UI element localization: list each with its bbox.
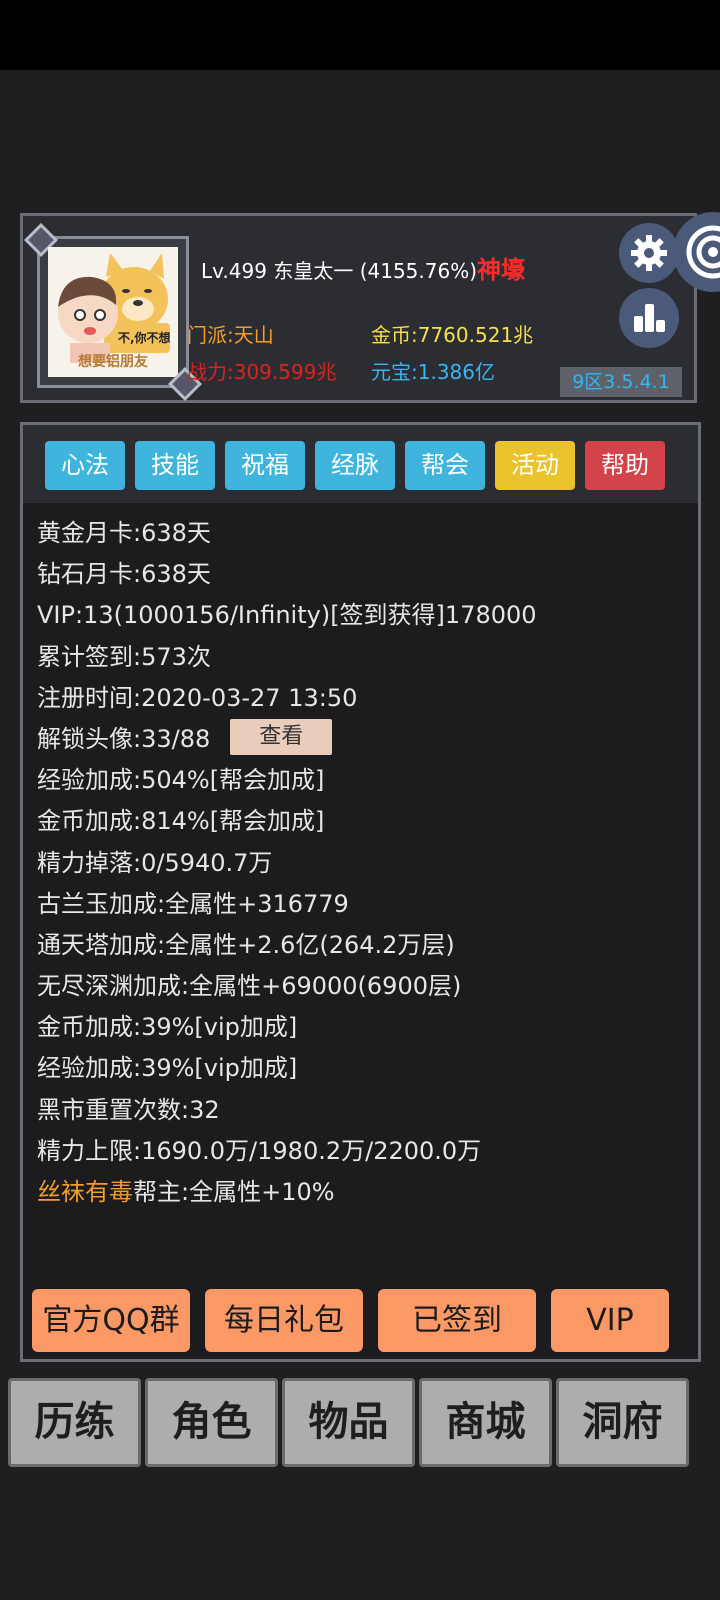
qq-group-button[interactable]: 官方QQ群 bbox=[32, 1289, 190, 1352]
info-gold-guild: 金币加成:814%[帮会加成] bbox=[37, 807, 325, 836]
nav-training[interactable]: 历练 bbox=[8, 1378, 141, 1467]
player-info-list: 黄金月卡:638天 钻石月卡:638天 VIP:13(1000156/Infin… bbox=[37, 513, 688, 1213]
info-gold-vip: 金币加成:39%[vip加成] bbox=[37, 1013, 298, 1042]
status-bar bbox=[0, 0, 720, 70]
hero-title: 神壕 bbox=[477, 256, 526, 284]
info-gulanyu: 古兰玉加成:全属性+316779 bbox=[37, 889, 349, 918]
avatar-caption: 想要铝朋友 bbox=[78, 354, 148, 370]
bottom-nav: 历练 角色 物品 商城 洞府 bbox=[8, 1378, 689, 1467]
avatar-image: 不,你不想 想要铝朋友 bbox=[48, 247, 178, 377]
nav-cave[interactable]: 洞府 bbox=[556, 1378, 689, 1467]
info-exp-vip: 经验加成:39%[vip加成] bbox=[37, 1054, 298, 1083]
info-energy-cap: 精力上限:1690.0万/1980.2万/2200.0万 bbox=[37, 1136, 482, 1165]
info-diamond-card: 钻石月卡:638天 bbox=[37, 560, 211, 589]
daily-gift-button[interactable]: 每日礼包 bbox=[205, 1289, 363, 1352]
info-vip: VIP:13(1000156/Infinity)[签到获得]178000 bbox=[37, 601, 537, 630]
ingot-label: 元宝:1.386亿 bbox=[371, 360, 495, 384]
info-abyss: 无尽深渊加成:全属性+69000(6900层) bbox=[37, 972, 462, 1001]
tab-bar: 心法 技能 祝福 经脉 帮会 活动 帮助 bbox=[23, 425, 698, 503]
tab-blessing[interactable]: 祝福 bbox=[225, 441, 305, 490]
nav-character[interactable]: 角色 bbox=[145, 1378, 278, 1467]
settings-button[interactable] bbox=[619, 223, 679, 283]
info-checkin-total: 累计签到:573次 bbox=[37, 642, 211, 671]
guild-leader-name: 丝袜有毒 bbox=[37, 1178, 133, 1206]
vip-button[interactable]: VIP bbox=[551, 1289, 669, 1352]
hero-percent: (4155.76%) bbox=[359, 259, 478, 283]
checkin-button[interactable]: 已签到 bbox=[378, 1289, 536, 1352]
power-label: 战力:309.599兆 bbox=[187, 360, 337, 384]
info-panel: 心法 技能 祝福 经脉 帮会 活动 帮助 黄金月卡:638天 钻石月卡:638天… bbox=[20, 422, 701, 1362]
tab-skills[interactable]: 技能 bbox=[135, 441, 215, 490]
tab-meridians[interactable]: 经脉 bbox=[315, 441, 395, 490]
avatar-bubble-text: 不,你不想 bbox=[118, 331, 171, 345]
ranking-button[interactable] bbox=[619, 288, 679, 348]
info-avatars-row: 解锁头像:33/88 查看 bbox=[37, 718, 688, 760]
floating-menu-button[interactable] bbox=[673, 212, 720, 292]
nav-items[interactable]: 物品 bbox=[282, 1378, 415, 1467]
hero-line: Lv.499 东皇太一 (4155.76%)神壕 bbox=[201, 250, 525, 285]
info-gold-card: 黄金月卡:638天 bbox=[37, 519, 211, 547]
nav-shop[interactable]: 商城 bbox=[419, 1378, 552, 1467]
avatar[interactable]: 不,你不想 想要铝朋友 bbox=[37, 236, 189, 388]
info-register-time: 注册时间:2020-03-27 13:50 bbox=[37, 683, 358, 712]
action-bar: 官方QQ群 每日礼包 已签到 VIP bbox=[32, 1289, 669, 1352]
gold-label: 金币:7760.521兆 bbox=[371, 323, 534, 347]
sect-label: 门派:天山 bbox=[187, 323, 274, 347]
info-tower: 通天塔加成:全属性+2.6亿(264.2万层) bbox=[37, 930, 455, 959]
profile-card: 不,你不想 想要铝朋友 Lv.499 东皇太一 (4155.76%)神壕 门派:… bbox=[20, 212, 720, 403]
tab-guild[interactable]: 帮会 bbox=[405, 441, 485, 490]
server-version-badge: 9区3.5.4.1 bbox=[560, 367, 682, 397]
view-avatars-button[interactable]: 查看 bbox=[230, 718, 333, 755]
bar-chart-icon bbox=[634, 304, 665, 332]
tab-help[interactable]: 帮助 bbox=[585, 441, 665, 490]
hero-name: 东皇太一 bbox=[273, 259, 354, 283]
info-blackmarket: 黑市重置次数:32 bbox=[37, 1095, 220, 1124]
gear-icon bbox=[631, 235, 667, 271]
tab-xinfa[interactable]: 心法 bbox=[45, 441, 125, 490]
tab-events[interactable]: 活动 bbox=[495, 441, 575, 490]
info-unlocked-avatars: 解锁头像:33/88 bbox=[37, 724, 211, 753]
swirl-icon bbox=[686, 225, 720, 279]
hero-level: Lv.499 bbox=[201, 259, 267, 283]
info-energy-drop: 精力掉落:0/5940.7万 bbox=[37, 848, 273, 877]
guild-leader-bonus: 帮主:全属性+10% bbox=[133, 1178, 335, 1206]
info-guild-leader: 丝袜有毒帮主:全属性+10% bbox=[37, 1172, 688, 1213]
info-exp-guild: 经验加成:504%[帮会加成] bbox=[37, 766, 325, 795]
